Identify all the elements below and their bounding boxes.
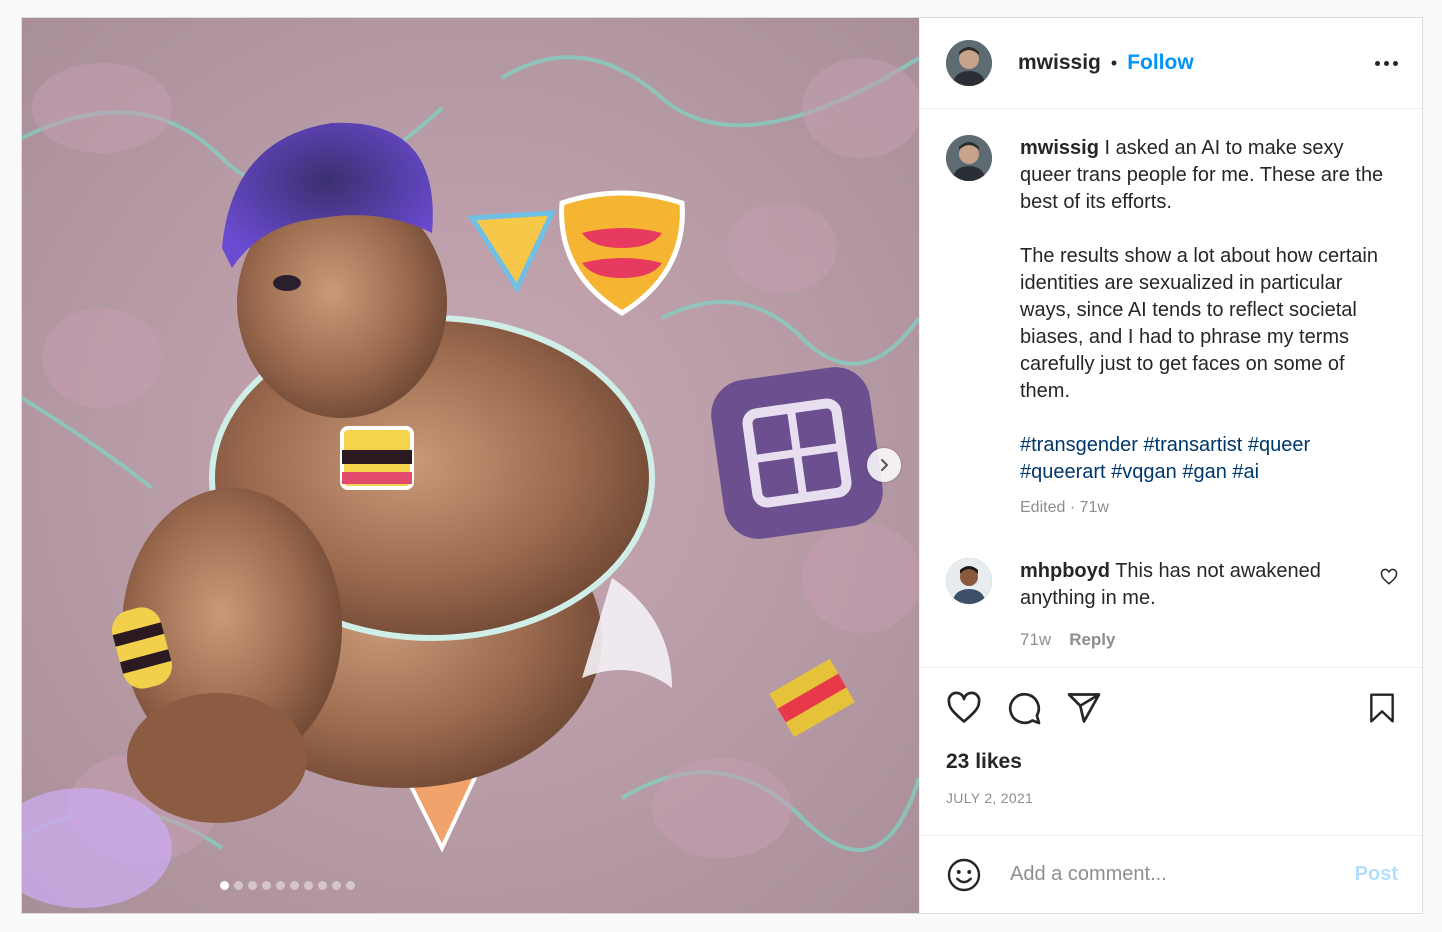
- comment-input[interactable]: [1010, 863, 1355, 886]
- follow-button[interactable]: Follow: [1127, 51, 1194, 75]
- comment-time: 71w: [1020, 630, 1052, 649]
- bookmark-icon[interactable]: [1366, 691, 1398, 725]
- carousel-dot: [276, 881, 285, 890]
- post-card: mwissig • Follow mwissig I asked an AI t…: [21, 17, 1423, 914]
- heart-outline-icon[interactable]: [1380, 568, 1398, 586]
- carousel-dot: [318, 881, 327, 890]
- likes-count[interactable]: 23 likes: [946, 750, 1398, 774]
- caption-hashtags[interactable]: #transgender #transartist #queer #queera…: [1020, 432, 1398, 486]
- author-username[interactable]: mwissig: [1018, 51, 1101, 75]
- carousel-dot: [304, 881, 313, 890]
- post-date: JULY 2, 2021: [946, 790, 1034, 806]
- carousel-dot: [346, 881, 355, 890]
- comment-content: mhpboyd This has not awakened anything i…: [1020, 558, 1368, 653]
- post-header: mwissig • Follow: [920, 18, 1422, 109]
- carousel-dot: [220, 881, 229, 890]
- post-image: [22, 18, 919, 913]
- post-details-panel: mwissig • Follow mwissig I asked an AI t…: [919, 18, 1422, 913]
- comment-bubble-icon[interactable]: [1006, 690, 1042, 726]
- paper-plane-icon[interactable]: [1066, 690, 1102, 726]
- caption-paragraph: The results show a lot about how certain…: [1020, 245, 1378, 402]
- carousel-dot: [234, 881, 243, 890]
- carousel-dot: [262, 881, 271, 890]
- header-separator: •: [1110, 52, 1118, 73]
- commenter-username[interactable]: mhpboyd: [1020, 560, 1110, 582]
- carousel-dot: [332, 881, 341, 890]
- carousel-dot: [248, 881, 257, 890]
- emoji-smile-icon[interactable]: [946, 857, 982, 893]
- post-comment-button[interactable]: Post: [1355, 863, 1398, 886]
- carousel-indicator: [22, 881, 919, 890]
- comment-item: mhpboyd This has not awakened anything i…: [946, 558, 1398, 653]
- reply-button[interactable]: Reply: [1069, 626, 1115, 653]
- caption-text: mwissig I asked an AI to make sexy queer…: [1020, 135, 1398, 518]
- more-options-button[interactable]: [1375, 60, 1398, 66]
- commenter-avatar[interactable]: [946, 558, 992, 604]
- carousel-next-button[interactable]: [867, 448, 901, 482]
- carousel-dot: [290, 881, 299, 890]
- post-actions: 23 likes JULY 2, 2021: [920, 668, 1422, 836]
- heart-outline-icon[interactable]: [946, 690, 982, 726]
- add-comment-bar: Post: [920, 836, 1422, 913]
- author-avatar[interactable]: [946, 40, 992, 86]
- more-horizontal-icon: [1375, 60, 1380, 66]
- comment-meta: 71w Reply: [1020, 626, 1368, 653]
- post-media[interactable]: [22, 18, 919, 913]
- caption-meta: Edited · 71w: [1020, 499, 1109, 516]
- caption-row: mwissig I asked an AI to make sexy queer…: [946, 135, 1398, 518]
- comments-section: mwissig I asked an AI to make sexy queer…: [920, 109, 1422, 668]
- action-icons: [946, 690, 1398, 726]
- caption-username[interactable]: mwissig: [1020, 137, 1099, 159]
- caption-author-avatar[interactable]: [946, 135, 992, 181]
- chevron-right-icon: [881, 459, 888, 471]
